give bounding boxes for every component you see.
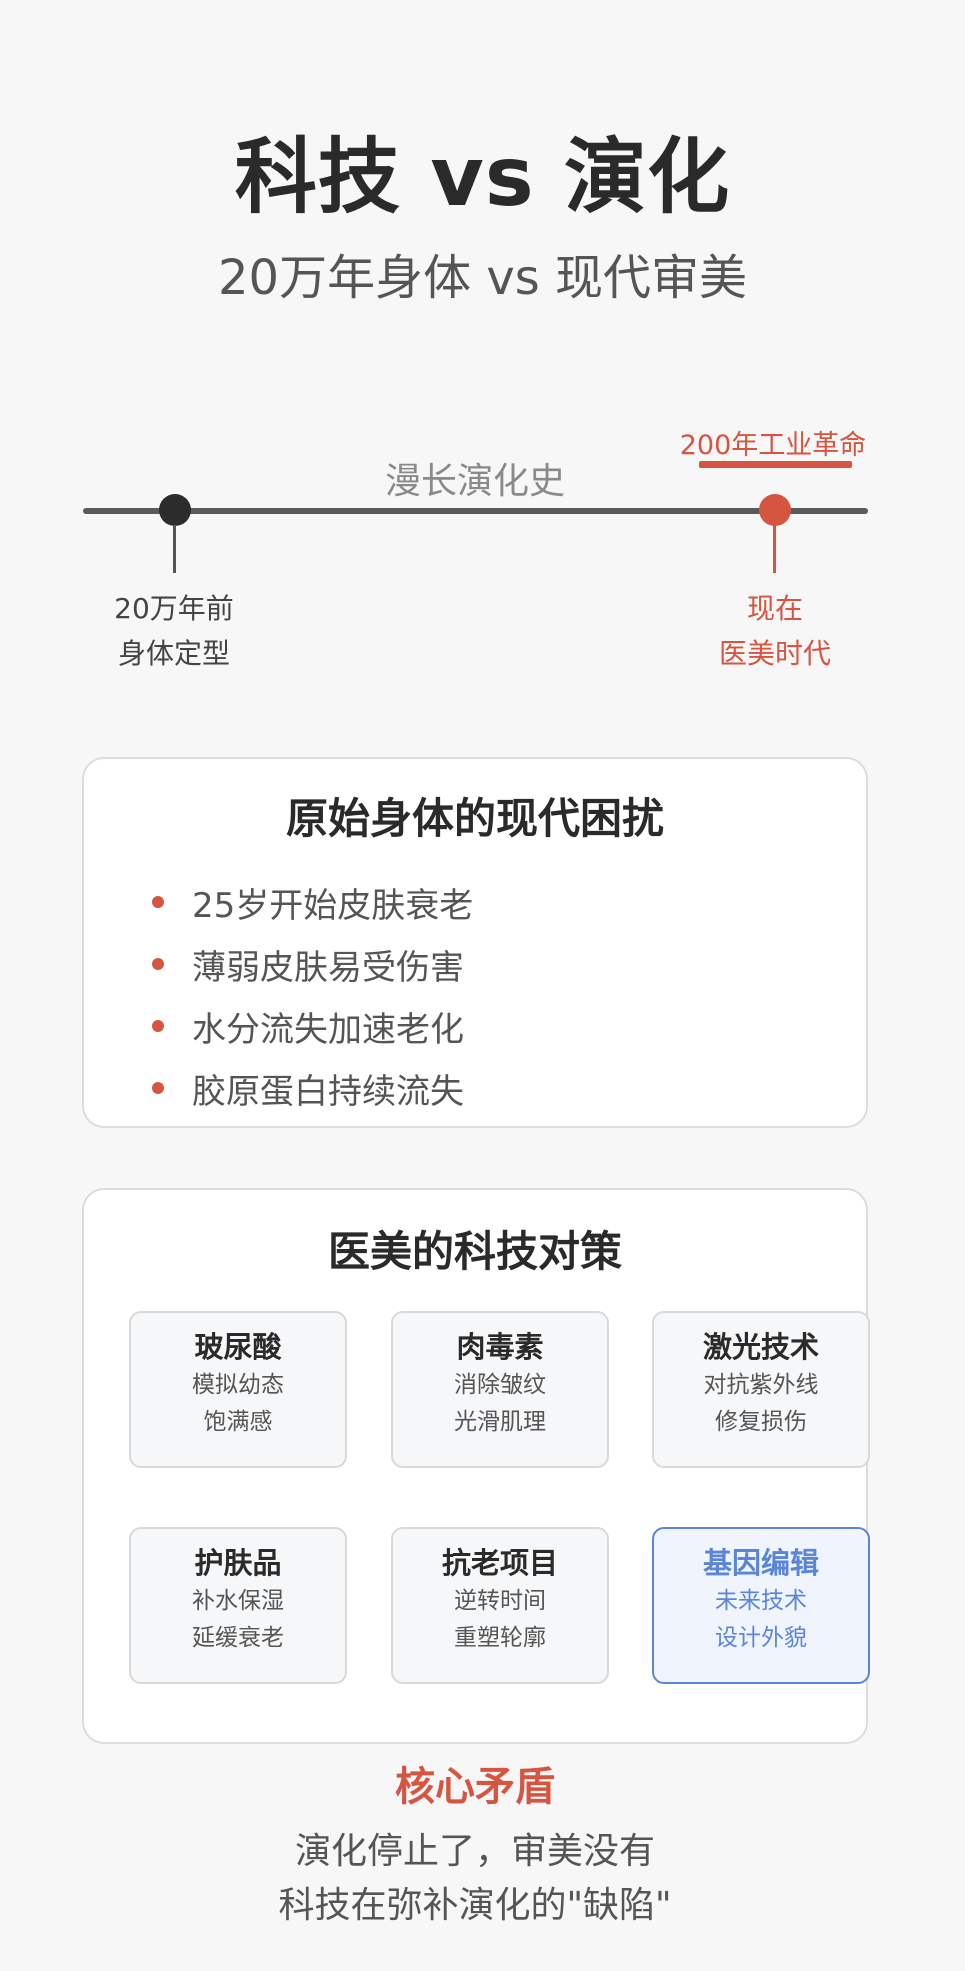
problem-text: 水分流失加速老化 bbox=[192, 1009, 464, 1050]
bullet-dot-icon bbox=[152, 896, 164, 908]
tech-item-laser: 激光技术 对抗紫外线 修复损伤 bbox=[652, 1311, 870, 1468]
timeline-start-dot bbox=[159, 494, 191, 526]
tech-item-botox: 肉毒素 消除皱纹 光滑肌理 bbox=[391, 1311, 609, 1468]
problem-text: 薄弱皮肤易受伤害 bbox=[192, 947, 464, 988]
bullet-dot-icon bbox=[152, 1020, 164, 1032]
timeline-now-label-line2: 医美时代 bbox=[718, 637, 831, 670]
timeline-now-label-line1: 现在 bbox=[746, 592, 803, 625]
tech-item-desc-2: 设计外貌 bbox=[715, 1625, 807, 1651]
timeline-start-label-line1: 20万年前 bbox=[114, 592, 234, 625]
problem-text: 25岁开始皮肤衰老 bbox=[192, 885, 474, 926]
tech-item-desc-2: 光滑肌理 bbox=[454, 1409, 546, 1435]
tech-item-desc-1: 逆转时间 bbox=[454, 1588, 546, 1614]
tech-item-name: 玻尿酸 bbox=[194, 1330, 282, 1364]
list-item: 胶原蛋白持续流失 bbox=[150, 1057, 830, 1119]
tech-item-name: 肉毒素 bbox=[456, 1330, 544, 1364]
tech-item-desc-1: 未来技术 bbox=[715, 1588, 807, 1614]
tech-item-name: 护肤品 bbox=[194, 1546, 282, 1580]
tech-item-desc-2: 饱满感 bbox=[203, 1409, 273, 1435]
problems-list: 25岁开始皮肤衰老 薄弱皮肤易受伤害 水分流失加速老化 胶原蛋白持续流失 bbox=[150, 871, 830, 1119]
tech-item-anti-aging: 抗老项目 逆转时间 重塑轮廓 bbox=[391, 1527, 609, 1684]
timeline-now-stem bbox=[773, 525, 776, 573]
page-subtitle: 20万年身体 vs 现代审美 bbox=[217, 250, 747, 306]
tech-item-name: 抗老项目 bbox=[441, 1546, 558, 1580]
bullet-dot-icon bbox=[152, 958, 164, 970]
tech-item-skincare: 护肤品 补水保湿 延缓衰老 bbox=[129, 1527, 347, 1684]
list-item: 水分流失加速老化 bbox=[150, 995, 830, 1057]
tech-item-desc-2: 修复损伤 bbox=[715, 1409, 807, 1435]
timeline-start-stem bbox=[173, 525, 176, 573]
conclusion-title: 核心矛盾 bbox=[395, 1764, 555, 1810]
tech-item-desc-2: 延缓衰老 bbox=[192, 1625, 284, 1651]
tech-item-desc-1: 消除皱纹 bbox=[454, 1372, 546, 1398]
timeline-line bbox=[83, 508, 868, 514]
tech-item-desc-1: 补水保湿 bbox=[192, 1588, 284, 1614]
timeline-start-label: 20万年前 身体定型 bbox=[84, 586, 264, 676]
timeline-middle-label: 漫长演化史 bbox=[384, 461, 565, 502]
timeline-now-label: 现在 医美时代 bbox=[685, 586, 865, 676]
timeline-now-dot bbox=[759, 494, 791, 526]
tech-item-name: 激光技术 bbox=[702, 1330, 819, 1364]
conclusion-line-1: 演化停止了，审美没有 bbox=[294, 1831, 655, 1872]
tech-item-desc-1: 对抗紫外线 bbox=[703, 1372, 819, 1398]
page-title: 科技 vs 演化 bbox=[234, 130, 731, 225]
tech-item-name: 基因编辑 bbox=[702, 1546, 819, 1580]
list-item: 薄弱皮肤易受伤害 bbox=[150, 933, 830, 995]
problem-text: 胶原蛋白持续流失 bbox=[192, 1071, 464, 1112]
tech-item-desc-2: 重塑轮廓 bbox=[454, 1625, 546, 1651]
problems-title: 原始身体的现代困扰 bbox=[285, 794, 664, 843]
tech-item-hyaluronic-acid: 玻尿酸 模拟幼态 饱满感 bbox=[129, 1311, 347, 1468]
tech-item-gene-editing: 基因编辑 未来技术 设计外貌 bbox=[652, 1527, 870, 1684]
timeline-start-label-line2: 身体定型 bbox=[117, 637, 230, 670]
bullet-dot-icon bbox=[152, 1082, 164, 1094]
problems-card: 原始身体的现代困扰 25岁开始皮肤衰老 薄弱皮肤易受伤害 水分流失加速老化 胶原… bbox=[82, 757, 868, 1128]
tech-item-desc-1: 模拟幼态 bbox=[192, 1372, 284, 1398]
tech-card-panel: 医美的科技对策 玻尿酸 模拟幼态 饱满感 肉毒素 消除皱纹 光滑肌理 激光技术 … bbox=[82, 1188, 870, 1744]
conclusion-line-2: 科技在弥补演化的"缺陷" bbox=[278, 1885, 672, 1926]
list-item: 25岁开始皮肤衰老 bbox=[150, 871, 830, 933]
tech-title: 医美的科技对策 bbox=[327, 1227, 622, 1276]
